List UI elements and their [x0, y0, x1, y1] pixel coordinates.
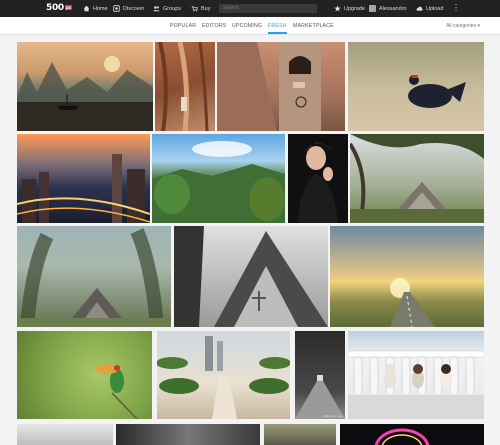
nav-discover-label: Discover [123, 5, 145, 12]
tab-fresh[interactable]: FRESH [268, 23, 287, 34]
photo-caption: gallerydot.com [323, 414, 343, 418]
groups-icon [153, 6, 160, 12]
search-input[interactable] [219, 4, 317, 13]
tab-popular[interactable]: POPULAR [170, 23, 196, 29]
photo-tile[interactable] [340, 424, 484, 445]
upload-button[interactable]: Upload [416, 5, 443, 12]
nav-home-label: Home [93, 5, 108, 12]
user-menu[interactable]: Alessandro [369, 5, 407, 12]
photo-tile[interactable] [17, 134, 150, 223]
photo-tile[interactable] [217, 42, 345, 131]
logo-badge: px [64, 5, 72, 10]
user-name: Alessandro [379, 5, 407, 12]
site-logo[interactable]: 500 px [46, 3, 72, 13]
photo-tile[interactable] [174, 226, 328, 327]
photo-tile[interactable] [17, 226, 171, 327]
photo-dark-corridor [295, 375, 345, 419]
category-tabs-bar: POPULAR EDITORS UPCOMING FRESH MARKETPLA… [0, 17, 500, 35]
photo-tile[interactable] [116, 424, 260, 445]
nav-buy[interactable]: Buy [191, 5, 210, 12]
tab-marketplace[interactable]: MARKETPLACE [293, 23, 334, 29]
photo-bee-eater-bird [95, 364, 138, 419]
upload-cloud-icon [416, 6, 423, 11]
photo-chapel-tall-trees [17, 228, 171, 327]
photo-black-grouse [408, 75, 466, 108]
photo-mountain-bell-tower [217, 42, 321, 131]
star-icon [334, 5, 341, 12]
avatar [369, 5, 376, 12]
photo-chapel-black-white [174, 226, 328, 327]
photo-forest-valley [152, 141, 285, 223]
cart-icon [191, 6, 198, 12]
photo-dogs-balcony [348, 350, 484, 419]
upload-label: Upload [426, 5, 444, 12]
more-menu-icon[interactable]: ⋮ [452, 3, 460, 12]
photo-woman-portrait [298, 142, 338, 223]
photo-tile[interactable] [288, 134, 348, 223]
tab-upcoming[interactable]: UPCOMING [232, 23, 262, 29]
upgrade-label: Upgrade [344, 5, 366, 12]
home-icon [83, 5, 90, 12]
nav-groups[interactable]: Groups [153, 5, 181, 12]
photo-tile[interactable] [350, 134, 484, 223]
photo-sunset-road [390, 278, 435, 327]
logo-text: 500 [46, 3, 64, 13]
photo-misty-river-fishermen [17, 56, 153, 131]
photo-tile[interactable] [330, 226, 484, 327]
upgrade-button[interactable]: Upgrade [334, 5, 365, 12]
photo-triangular-chapel-tree [350, 134, 484, 223]
photo-tile[interactable] [348, 42, 484, 131]
photo-tile[interactable]: gallerydot.com [295, 331, 345, 419]
photo-tile[interactable] [155, 42, 215, 131]
photo-tile[interactable] [17, 424, 113, 445]
top-navigation-bar: 500px Home Discover Groups Buy Upgrade A… [0, 0, 500, 17]
photo-tile[interactable] [264, 424, 336, 445]
photo-tile[interactable] [17, 331, 152, 419]
photo-tile[interactable] [157, 331, 290, 419]
discover-icon [113, 5, 120, 12]
photo-garden-path-towers [157, 336, 290, 419]
photo-sandstone-canyon [158, 42, 209, 131]
photo-tile[interactable] [348, 331, 484, 419]
category-dropdown[interactable]: All categories ▾ [446, 23, 480, 29]
nav-groups-label: Groups [163, 5, 182, 12]
tab-editors[interactable]: EDITORS [202, 23, 226, 29]
nav-discover[interactable]: Discover [113, 5, 144, 12]
photo-light-trails [374, 428, 430, 445]
photo-tile[interactable] [152, 134, 285, 223]
nav-home[interactable]: Home [83, 5, 108, 12]
photo-city-night-skyline [17, 154, 150, 223]
nav-buy-label: Buy [201, 5, 211, 12]
photo-tile[interactable] [17, 42, 153, 131]
